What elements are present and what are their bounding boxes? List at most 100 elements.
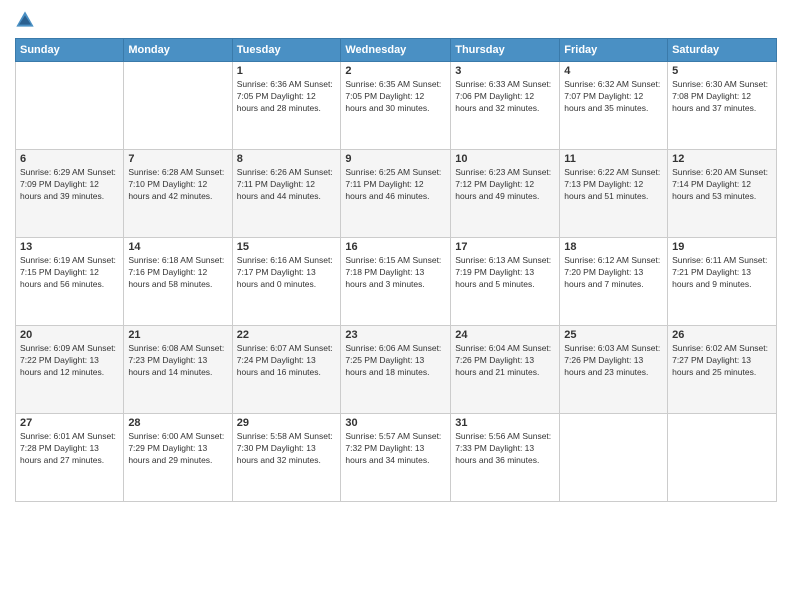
day-number: 14 xyxy=(128,241,227,253)
day-info: Sunrise: 6:13 AM Sunset: 7:19 PM Dayligh… xyxy=(455,255,555,291)
day-number: 7 xyxy=(128,153,227,165)
day-info: Sunrise: 6:23 AM Sunset: 7:12 PM Dayligh… xyxy=(455,167,555,203)
day-info: Sunrise: 6:15 AM Sunset: 7:18 PM Dayligh… xyxy=(345,255,446,291)
day-number: 28 xyxy=(128,417,227,429)
day-cell: 30 Sunrise: 5:57 AM Sunset: 7:32 PM Dayli… xyxy=(341,414,451,502)
day-number: 12 xyxy=(672,153,772,165)
day-number: 31 xyxy=(455,417,555,429)
day-cell xyxy=(16,62,124,150)
day-info: Sunrise: 5:57 AM Sunset: 7:32 PM Dayligh… xyxy=(345,431,446,467)
day-number: 13 xyxy=(20,241,119,253)
day-info: Sunrise: 6:16 AM Sunset: 7:17 PM Dayligh… xyxy=(237,255,337,291)
day-cell: 16 Sunrise: 6:15 AM Sunset: 7:18 PM Dayli… xyxy=(341,238,451,326)
day-info: Sunrise: 6:30 AM Sunset: 7:08 PM Dayligh… xyxy=(672,79,772,115)
day-cell: 7 Sunrise: 6:28 AM Sunset: 7:10 PM Daylig… xyxy=(124,150,232,238)
day-number: 3 xyxy=(455,65,555,77)
day-number: 30 xyxy=(345,417,446,429)
day-cell: 10 Sunrise: 6:23 AM Sunset: 7:12 PM Dayli… xyxy=(451,150,560,238)
day-info: Sunrise: 6:25 AM Sunset: 7:11 PM Dayligh… xyxy=(345,167,446,203)
day-info: Sunrise: 5:56 AM Sunset: 7:33 PM Dayligh… xyxy=(455,431,555,467)
day-cell: 22 Sunrise: 6:07 AM Sunset: 7:24 PM Dayli… xyxy=(232,326,341,414)
day-info: Sunrise: 6:19 AM Sunset: 7:15 PM Dayligh… xyxy=(20,255,119,291)
day-cell: 9Sunrise: 6:25 AM Sunset: 7:11 PM Daylig… xyxy=(341,150,451,238)
day-number: 10 xyxy=(455,153,555,165)
day-info: Sunrise: 6:04 AM Sunset: 7:26 PM Dayligh… xyxy=(455,343,555,379)
day-number: 2 xyxy=(345,65,446,77)
day-info: Sunrise: 6:00 AM Sunset: 7:29 PM Dayligh… xyxy=(128,431,227,467)
day-cell xyxy=(560,414,668,502)
day-info: Sunrise: 6:07 AM Sunset: 7:24 PM Dayligh… xyxy=(237,343,337,379)
day-cell: 12Sunrise: 6:20 AM Sunset: 7:14 PM Dayli… xyxy=(668,150,777,238)
day-cell: 28 Sunrise: 6:00 AM Sunset: 7:29 PM Dayli… xyxy=(124,414,232,502)
day-number: 25 xyxy=(564,329,663,341)
calendar: SundayMondayTuesdayWednesdayThursdayFrid… xyxy=(15,38,777,502)
header xyxy=(15,10,777,30)
day-info: Sunrise: 6:35 AM Sunset: 7:05 PM Dayligh… xyxy=(345,79,446,115)
day-cell: 1Sunrise: 6:36 AM Sunset: 7:05 PM Daylig… xyxy=(232,62,341,150)
day-info: Sunrise: 6:01 AM Sunset: 7:28 PM Dayligh… xyxy=(20,431,119,467)
day-cell: 6Sunrise: 6:29 AM Sunset: 7:09 PM Daylig… xyxy=(16,150,124,238)
day-cell: 4Sunrise: 6:32 AM Sunset: 7:07 PM Daylig… xyxy=(560,62,668,150)
weekday-header-wednesday: Wednesday xyxy=(341,39,451,62)
week-row-4: 20 Sunrise: 6:09 AM Sunset: 7:22 PM Dayli… xyxy=(16,326,777,414)
day-number: 26 xyxy=(672,329,772,341)
weekday-header-row: SundayMondayTuesdayWednesdayThursdayFrid… xyxy=(16,39,777,62)
week-row-2: 6Sunrise: 6:29 AM Sunset: 7:09 PM Daylig… xyxy=(16,150,777,238)
day-info: Sunrise: 6:33 AM Sunset: 7:06 PM Dayligh… xyxy=(455,79,555,115)
day-number: 16 xyxy=(345,241,446,253)
day-cell: 21Sunrise: 6:08 AM Sunset: 7:23 PM Dayli… xyxy=(124,326,232,414)
week-row-3: 13 Sunrise: 6:19 AM Sunset: 7:15 PM Dayli… xyxy=(16,238,777,326)
day-number: 23 xyxy=(345,329,446,341)
day-number: 6 xyxy=(20,153,119,165)
weekday-header-saturday: Saturday xyxy=(668,39,777,62)
day-cell: 15 Sunrise: 6:16 AM Sunset: 7:17 PM Dayli… xyxy=(232,238,341,326)
day-cell: 29 Sunrise: 5:58 AM Sunset: 7:30 PM Dayli… xyxy=(232,414,341,502)
day-info: Sunrise: 6:26 AM Sunset: 7:11 PM Dayligh… xyxy=(237,167,337,203)
day-number: 19 xyxy=(672,241,772,253)
day-number: 24 xyxy=(455,329,555,341)
day-cell: 13 Sunrise: 6:19 AM Sunset: 7:15 PM Dayli… xyxy=(16,238,124,326)
day-info: Sunrise: 6:11 AM Sunset: 7:21 PM Dayligh… xyxy=(672,255,772,291)
day-info: Sunrise: 6:32 AM Sunset: 7:07 PM Dayligh… xyxy=(564,79,663,115)
day-number: 27 xyxy=(20,417,119,429)
day-cell: 8Sunrise: 6:26 AM Sunset: 7:11 PM Daylig… xyxy=(232,150,341,238)
day-cell: 20 Sunrise: 6:09 AM Sunset: 7:22 PM Dayli… xyxy=(16,326,124,414)
day-cell: 3 Sunrise: 6:33 AM Sunset: 7:06 PM Daylig… xyxy=(451,62,560,150)
day-cell xyxy=(124,62,232,150)
day-info: Sunrise: 6:36 AM Sunset: 7:05 PM Dayligh… xyxy=(237,79,337,115)
day-info: Sunrise: 6:03 AM Sunset: 7:26 PM Dayligh… xyxy=(564,343,663,379)
day-cell: 31 Sunrise: 5:56 AM Sunset: 7:33 PM Dayli… xyxy=(451,414,560,502)
week-row-1: 1Sunrise: 6:36 AM Sunset: 7:05 PM Daylig… xyxy=(16,62,777,150)
weekday-header-friday: Friday xyxy=(560,39,668,62)
day-info: Sunrise: 6:12 AM Sunset: 7:20 PM Dayligh… xyxy=(564,255,663,291)
day-cell: 5Sunrise: 6:30 AM Sunset: 7:08 PM Daylig… xyxy=(668,62,777,150)
day-cell: 25 Sunrise: 6:03 AM Sunset: 7:26 PM Dayli… xyxy=(560,326,668,414)
weekday-header-sunday: Sunday xyxy=(16,39,124,62)
day-cell: 26 Sunrise: 6:02 AM Sunset: 7:27 PM Dayli… xyxy=(668,326,777,414)
week-row-5: 27 Sunrise: 6:01 AM Sunset: 7:28 PM Dayli… xyxy=(16,414,777,502)
day-cell: 17 Sunrise: 6:13 AM Sunset: 7:19 PM Dayli… xyxy=(451,238,560,326)
day-info: Sunrise: 6:18 AM Sunset: 7:16 PM Dayligh… xyxy=(128,255,227,291)
logo-icon xyxy=(15,10,35,30)
day-number: 22 xyxy=(237,329,337,341)
day-cell: 27 Sunrise: 6:01 AM Sunset: 7:28 PM Dayli… xyxy=(16,414,124,502)
day-info: Sunrise: 6:22 AM Sunset: 7:13 PM Dayligh… xyxy=(564,167,663,203)
page: SundayMondayTuesdayWednesdayThursdayFrid… xyxy=(0,0,792,612)
day-cell: 24 Sunrise: 6:04 AM Sunset: 7:26 PM Dayli… xyxy=(451,326,560,414)
day-info: Sunrise: 6:09 AM Sunset: 7:22 PM Dayligh… xyxy=(20,343,119,379)
logo xyxy=(15,10,39,30)
day-cell: 2 Sunrise: 6:35 AM Sunset: 7:05 PM Daylig… xyxy=(341,62,451,150)
day-info: Sunrise: 6:06 AM Sunset: 7:25 PM Dayligh… xyxy=(345,343,446,379)
day-number: 29 xyxy=(237,417,337,429)
day-number: 18 xyxy=(564,241,663,253)
day-cell: 18 Sunrise: 6:12 AM Sunset: 7:20 PM Dayli… xyxy=(560,238,668,326)
day-number: 20 xyxy=(20,329,119,341)
day-number: 15 xyxy=(237,241,337,253)
day-info: Sunrise: 6:28 AM Sunset: 7:10 PM Dayligh… xyxy=(128,167,227,203)
weekday-header-monday: Monday xyxy=(124,39,232,62)
weekday-header-thursday: Thursday xyxy=(451,39,560,62)
day-info: Sunrise: 5:58 AM Sunset: 7:30 PM Dayligh… xyxy=(237,431,337,467)
day-info: Sunrise: 6:02 AM Sunset: 7:27 PM Dayligh… xyxy=(672,343,772,379)
day-number: 17 xyxy=(455,241,555,253)
weekday-header-tuesday: Tuesday xyxy=(232,39,341,62)
